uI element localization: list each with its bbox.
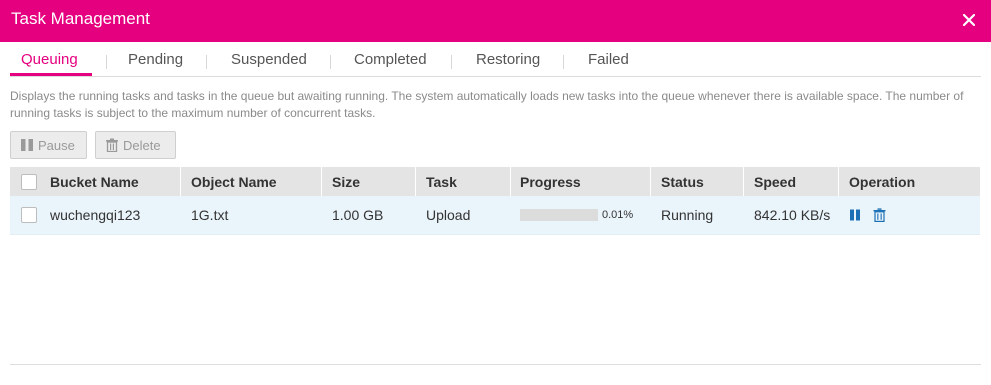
col-status[interactable]: Status bbox=[661, 167, 704, 196]
progress-bar bbox=[520, 209, 598, 221]
col-speed[interactable]: Speed bbox=[754, 167, 796, 196]
tab-pending[interactable]: Pending bbox=[128, 51, 183, 68]
col-progress[interactable]: Progress bbox=[520, 167, 581, 196]
col-operation: Operation bbox=[849, 173, 916, 190]
col-bucket-name[interactable]: Bucket Name bbox=[50, 167, 139, 196]
column-divider bbox=[838, 167, 839, 196]
pause-button[interactable]: Pause bbox=[10, 131, 87, 159]
tab-divider bbox=[330, 55, 331, 69]
col-object-name[interactable]: Object Name bbox=[191, 167, 277, 196]
object-name-cell: 1G.txt bbox=[191, 207, 229, 223]
column-divider bbox=[321, 167, 322, 196]
trash-icon bbox=[105, 138, 123, 152]
tab-divider bbox=[451, 55, 452, 69]
pause-icon bbox=[20, 138, 38, 152]
task-tabs: Queuing Pending Suspended Completed Rest… bbox=[10, 42, 981, 77]
tab-divider bbox=[106, 55, 107, 69]
task-cell: Upload bbox=[426, 207, 471, 223]
select-all-checkbox[interactable] bbox=[21, 167, 37, 196]
row-checkbox[interactable] bbox=[21, 196, 37, 234]
tab-restoring[interactable]: Restoring bbox=[476, 51, 540, 68]
speed-cell: 842.10 KB/s bbox=[754, 207, 831, 223]
tab-queuing[interactable]: Queuing bbox=[21, 51, 78, 68]
pause-button-label: Pause bbox=[38, 137, 75, 153]
col-task[interactable]: Task bbox=[426, 167, 457, 196]
bucket-name-cell: wuchengqi123 bbox=[50, 207, 141, 223]
delete-button[interactable]: Delete bbox=[95, 131, 176, 159]
queue-description: Displays the running tasks and tasks in … bbox=[10, 89, 964, 120]
column-divider bbox=[180, 167, 181, 196]
tab-failed[interactable]: Failed bbox=[588, 51, 629, 68]
table-header: Bucket Name Object Name Size Task Progre… bbox=[10, 167, 980, 196]
close-icon[interactable] bbox=[961, 12, 977, 28]
progress-cell: 0.01% bbox=[520, 196, 633, 234]
column-divider bbox=[415, 167, 416, 196]
progress-percent: 0.01% bbox=[602, 209, 634, 221]
active-tab-indicator bbox=[10, 73, 92, 76]
status-cell: Running bbox=[661, 207, 714, 223]
tab-divider bbox=[206, 55, 207, 69]
dialog-titlebar: Task Management bbox=[0, 0, 991, 42]
column-divider bbox=[650, 167, 651, 196]
row-pause-icon[interactable] bbox=[849, 209, 861, 221]
size-cell: 1.00 GB bbox=[332, 207, 384, 223]
col-size[interactable]: Size bbox=[332, 167, 360, 196]
column-divider bbox=[743, 167, 744, 196]
row-trash-icon[interactable] bbox=[873, 208, 886, 222]
column-divider bbox=[510, 167, 511, 196]
tab-suspended[interactable]: Suspended bbox=[231, 51, 307, 68]
table-row[interactable]: wuchengqi123 1G.txt 1.00 GB Upload 0.01%… bbox=[10, 196, 980, 235]
tab-divider bbox=[563, 55, 564, 69]
task-table: Bucket Name Object Name Size Task Progre… bbox=[10, 167, 980, 235]
footer-divider bbox=[10, 364, 981, 365]
dialog-title: Task Management bbox=[11, 9, 150, 28]
delete-button-label: Delete bbox=[123, 137, 161, 153]
tab-completed[interactable]: Completed bbox=[354, 51, 427, 68]
operation-cell bbox=[849, 196, 886, 234]
